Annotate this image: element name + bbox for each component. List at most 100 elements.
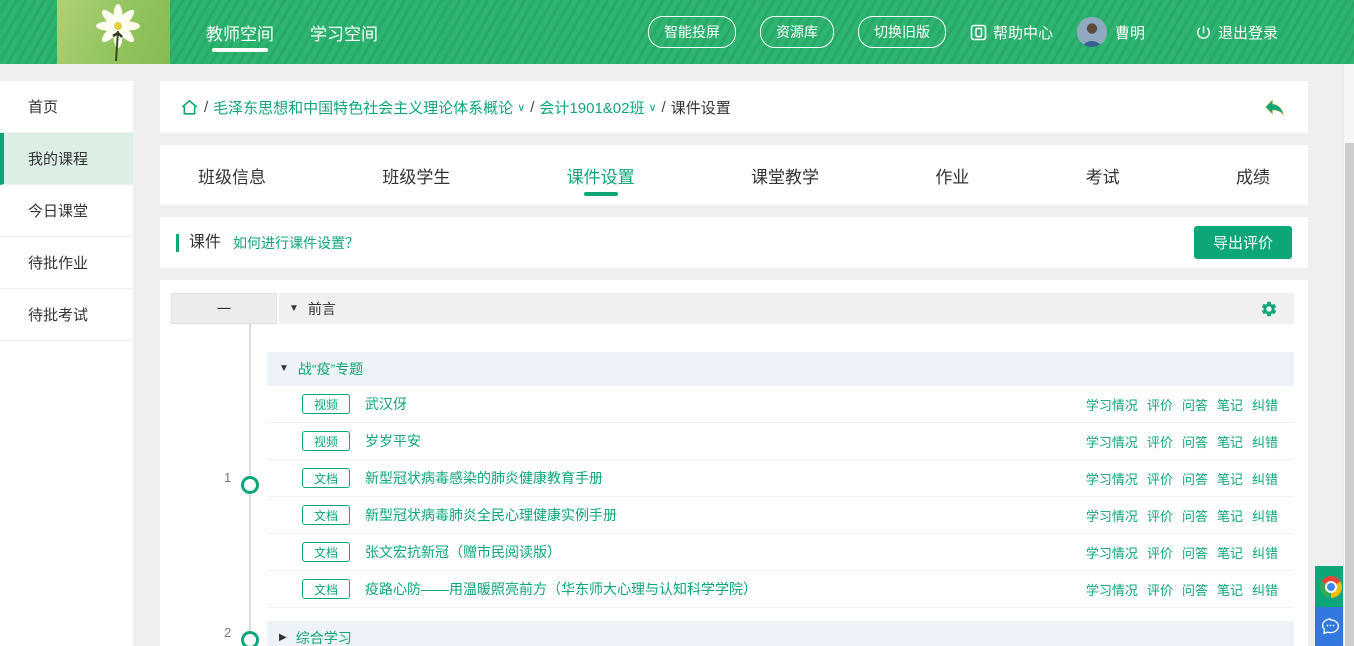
breadcrumb-separator: / — [662, 99, 666, 116]
item-actions: 学习情况 评价 问答 笔记 纠错 — [1086, 580, 1294, 599]
breadcrumb-separator: / — [204, 99, 208, 116]
sidebar-item-pending-exams[interactable]: 待批考试 — [0, 289, 133, 341]
breadcrumb-course[interactable]: 毛泽东思想和中国特色社会主义理论体系概论 — [213, 97, 513, 118]
item-type-badge: 视频 — [302, 431, 350, 451]
chrome-icon — [1320, 576, 1342, 598]
item-actions: 学习情况 评价 问答 笔记 纠错 — [1086, 469, 1294, 488]
nav-learning-space[interactable]: 学习空间 — [310, 0, 378, 64]
qa-link[interactable]: 问答 — [1182, 506, 1208, 525]
tab-exam[interactable]: 考试 — [1062, 145, 1144, 205]
evaluation-link[interactable]: 评价 — [1147, 543, 1173, 562]
tab-label: 班级学生 — [382, 163, 450, 188]
notes-link[interactable]: 笔记 — [1217, 395, 1243, 414]
chat-bubble-icon — [1320, 616, 1341, 637]
tab-label: 班级信息 — [198, 163, 266, 188]
help-center-link[interactable]: 帮助中心 — [970, 22, 1053, 43]
qa-link[interactable]: 问答 — [1182, 580, 1208, 599]
collapse-triangle-icon[interactable]: ▼ — [289, 304, 299, 314]
tab-class-info[interactable]: 班级信息 — [174, 145, 290, 205]
correction-link[interactable]: 纠错 — [1252, 506, 1278, 525]
tab-class-students[interactable]: 班级学生 — [358, 145, 474, 205]
breadcrumb-class[interactable]: 会计1901&02班 — [539, 97, 644, 118]
learning-status-link[interactable]: 学习情况 — [1086, 543, 1138, 562]
breadcrumb: / 毛泽东思想和中国特色社会主义理论体系概论 ∨ / 会计1901&02班 ∨ … — [160, 81, 1308, 133]
item-title-link[interactable]: 新型冠状病毒感染的肺炎健康教育手册 — [365, 468, 603, 488]
header-actions: 智能投屏 资源库 切换旧版 帮助中心 曹明 退出登录 — [648, 0, 1278, 64]
smart-cast-button[interactable]: 智能投屏 — [648, 16, 736, 48]
courseware-toolbar: 课件 如何进行课件设置？ 导出评价 — [160, 217, 1308, 268]
tab-classroom-teaching[interactable]: 课堂教学 — [727, 145, 843, 205]
logout-button[interactable]: 退出登录 — [1195, 22, 1278, 43]
notes-link[interactable]: 笔记 — [1217, 543, 1243, 562]
chat-support-button[interactable] — [1315, 607, 1346, 646]
tab-courseware-settings[interactable]: 课件设置 — [543, 145, 659, 205]
notes-link[interactable]: 笔记 — [1217, 432, 1243, 451]
correction-link[interactable]: 纠错 — [1252, 432, 1278, 451]
primary-nav: 教师空间 学习空间 — [206, 0, 378, 64]
evaluation-link[interactable]: 评价 — [1147, 432, 1173, 451]
browser-launcher-button[interactable] — [1315, 566, 1346, 607]
qa-link[interactable]: 问答 — [1182, 395, 1208, 414]
home-icon[interactable] — [180, 98, 199, 117]
item-title-link[interactable]: 武汉伢 — [365, 394, 407, 414]
user-menu[interactable]: 曹明 — [1077, 17, 1145, 47]
item-title-link[interactable]: 岁岁平安 — [365, 431, 421, 451]
notes-link[interactable]: 笔记 — [1217, 469, 1243, 488]
item-title-link[interactable]: 疫路心防——用温暖照亮前方（华东师大心理与认知科学学院） — [365, 579, 757, 599]
courseware-help-link[interactable]: 如何进行课件设置？ — [233, 233, 359, 253]
export-evaluation-button[interactable]: 导出评价 — [1194, 226, 1292, 259]
app-header: 教师空间 学习空间 智能投屏 资源库 切换旧版 帮助中心 曹明 — [0, 0, 1354, 64]
courseware-item: 文档 新型冠状病毒感染的肺炎健康教育手册 学习情况 评价 问答 笔记 纠错 — [267, 460, 1294, 497]
correction-link[interactable]: 纠错 — [1252, 469, 1278, 488]
item-type-badge: 文档 — [302, 468, 350, 488]
chevron-down-icon[interactable]: ∨ — [648, 101, 656, 114]
notes-link[interactable]: 笔记 — [1217, 580, 1243, 599]
resource-library-button[interactable]: 资源库 — [760, 16, 834, 48]
item-title-link[interactable]: 新型冠状病毒肺炎全民心理健康实例手册 — [365, 505, 617, 525]
expand-triangle-icon[interactable]: ▶ — [279, 633, 287, 643]
section-header-comprehensive[interactable]: ▶ 综合学习 — [267, 621, 1294, 646]
chapter-header[interactable]: ▼ 前言 — [279, 293, 1294, 324]
item-actions: 学习情况 评价 问答 笔记 纠错 — [1086, 543, 1294, 562]
sidebar-item-pending-homework[interactable]: 待批作业 — [0, 237, 133, 289]
evaluation-link[interactable]: 评价 — [1147, 506, 1173, 525]
learning-status-link[interactable]: 学习情况 — [1086, 580, 1138, 599]
item-title-link[interactable]: 张文宏抗新冠（赠市民阅读版） — [365, 542, 561, 562]
learning-status-link[interactable]: 学习情况 — [1086, 469, 1138, 488]
sidebar-item-label: 首页 — [28, 96, 58, 117]
gear-icon — [1260, 300, 1278, 318]
section-number: 1 — [224, 470, 231, 485]
evaluation-link[interactable]: 评价 — [1147, 395, 1173, 414]
tab-homework[interactable]: 作业 — [911, 145, 993, 205]
chevron-down-icon[interactable]: ∨ — [517, 101, 525, 114]
section-title: 战“疫”专题 — [298, 359, 363, 379]
sidebar-item-today-class[interactable]: 今日课堂 — [0, 185, 133, 237]
correction-link[interactable]: 纠错 — [1252, 580, 1278, 599]
page-scrollbar[interactable] — [1343, 64, 1354, 646]
sidebar-item-label: 我的课程 — [28, 148, 88, 169]
learning-status-link[interactable]: 学习情况 — [1086, 395, 1138, 414]
notes-link[interactable]: 笔记 — [1217, 506, 1243, 525]
nav-teacher-space[interactable]: 教师空间 — [206, 0, 274, 64]
sidebar-item-my-courses[interactable]: 我的课程 — [0, 133, 133, 185]
item-type-badge: 文档 — [302, 579, 350, 599]
collapse-triangle-icon[interactable]: ▼ — [279, 364, 289, 374]
section-header-covid[interactable]: ▼ 战“疫”专题 — [267, 352, 1294, 386]
qa-link[interactable]: 问答 — [1182, 543, 1208, 562]
app-logo[interactable] — [57, 0, 170, 64]
learning-status-link[interactable]: 学习情况 — [1086, 432, 1138, 451]
sidebar-item-label: 待批考试 — [28, 304, 88, 325]
learning-status-link[interactable]: 学习情况 — [1086, 506, 1138, 525]
sidebar-item-home[interactable]: 首页 — [0, 81, 133, 133]
tab-grades[interactable]: 成绩 — [1212, 145, 1294, 205]
correction-link[interactable]: 纠错 — [1252, 543, 1278, 562]
evaluation-link[interactable]: 评价 — [1147, 580, 1173, 599]
qa-link[interactable]: 问答 — [1182, 469, 1208, 488]
scrollbar-thumb[interactable] — [1345, 143, 1354, 646]
back-button[interactable] — [1261, 95, 1288, 119]
chapter-settings-button[interactable] — [1260, 300, 1278, 318]
correction-link[interactable]: 纠错 — [1252, 395, 1278, 414]
switch-old-version-button[interactable]: 切换旧版 — [858, 16, 946, 48]
qa-link[interactable]: 问答 — [1182, 432, 1208, 451]
evaluation-link[interactable]: 评价 — [1147, 469, 1173, 488]
